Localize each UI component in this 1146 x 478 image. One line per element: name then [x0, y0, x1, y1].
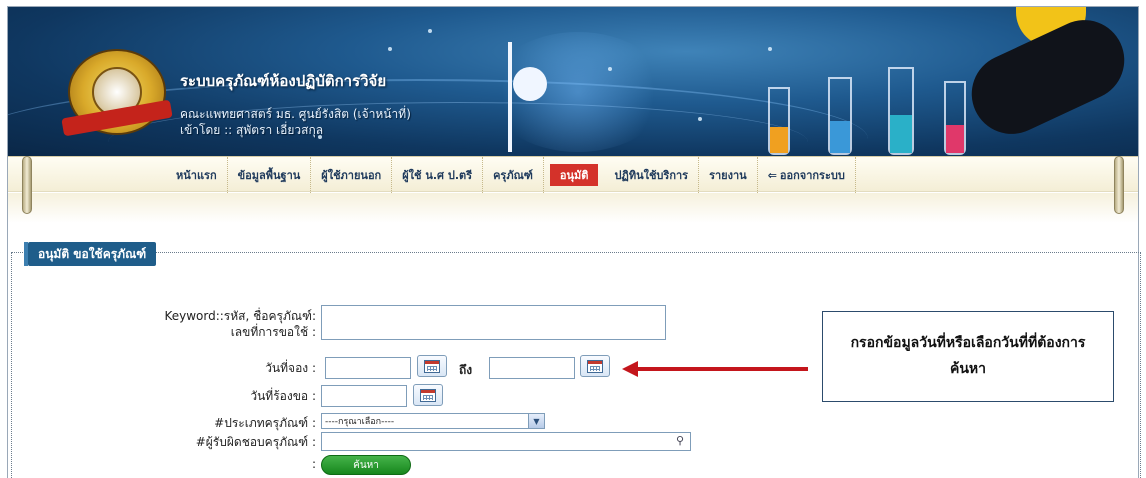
responsible-input[interactable]: ⚲ [321, 432, 691, 451]
calendar-icon [587, 359, 603, 373]
category-label: #ประเภทครุภัณฑ์ : [214, 416, 316, 430]
test-tube-icon [888, 67, 914, 155]
request-date-input[interactable] [321, 385, 407, 407]
search-button[interactable]: ค้นหา [321, 455, 411, 475]
booking-date-label: วันที่จอง : [265, 361, 316, 375]
scroll-decoration-right [1114, 156, 1124, 214]
booking-from-input[interactable] [325, 357, 411, 379]
nav-equipment[interactable]: ครุภัณฑ์ [483, 157, 544, 193]
nav-service-calendar[interactable]: ปฏิทินใช้บริการ [604, 157, 700, 193]
request-no-label: เลขที่การขอใช้ : [230, 325, 316, 339]
date-hint-callout: กรอกข้อมูลวันที่หรือเลือกวันที่ที่ต้องกา… [822, 311, 1114, 402]
section-title: อนุมัติ ขอใช้ครุภัณฑ์ [23, 242, 157, 266]
banner-sparkle [428, 29, 432, 33]
nav-home[interactable]: หน้าแรก [166, 157, 228, 193]
category-selected-value: ----กรุณาเลือก---- [325, 417, 395, 427]
system-title: ระบบครุภัณฑ์ห้องปฏิบัติการวิจัย [180, 72, 387, 90]
logout-arrow-icon: ⇐ [767, 168, 777, 182]
nav-external-users[interactable]: ผู้ใช้ภายนอก [311, 157, 393, 193]
main-nav: หน้าแรก ข้อมูลพื้นฐาน ผู้ใช้ภายนอก ผู้ใช… [166, 157, 856, 193]
request-date-label: วันที่ร้องขอ : [250, 389, 316, 403]
booking-to-input[interactable] [489, 357, 575, 379]
nav-logout[interactable]: ⇐ ออกจากระบบ [758, 157, 856, 193]
main-navbar: หน้าแรก ข้อมูลพื้นฐาน ผู้ใช้ภายนอก ผู้ใช… [8, 156, 1138, 193]
category-select[interactable]: ----กรุณาเลือก---- ▼ [321, 413, 545, 429]
scroll-decoration-left [22, 156, 32, 214]
booking-to-calendar-button[interactable] [580, 355, 610, 377]
university-logo [61, 49, 173, 137]
nav-report[interactable]: รายงาน [699, 157, 758, 193]
banner-figure-icon [513, 67, 547, 101]
hint-arrow-icon [622, 361, 638, 377]
banner-sparkle [388, 47, 392, 51]
nav-logout-label: ออกจากระบบ [779, 169, 845, 182]
test-tube-icon [944, 81, 966, 155]
banner-sparkle [698, 117, 702, 121]
chevron-down-icon: ▼ [528, 414, 544, 428]
search-icon[interactable]: ⚲ [676, 434, 684, 447]
request-date-calendar-button[interactable] [413, 384, 443, 406]
submit-colon: : [311, 457, 316, 471]
hint-arrow-shaft [636, 367, 808, 371]
navbar-shadow [8, 193, 1138, 223]
booking-from-calendar-button[interactable] [417, 355, 447, 377]
nav-undergrad-users[interactable]: ผู้ใช้ น.ศ ป.ตรี [392, 157, 484, 193]
banner-sparkle [768, 47, 772, 51]
keyword-input[interactable] [321, 305, 666, 340]
logged-in-user: เข้าโดย :: สุพัตรา เอี่ยวสกุล [180, 123, 324, 137]
banner-sparkle [608, 67, 612, 71]
nav-master-data[interactable]: ข้อมูลพื้นฐาน [228, 157, 312, 193]
header-banner: ระบบครุภัณฑ์ห้องปฏิบัติการวิจัย คณะแพทยศ… [8, 7, 1138, 156]
to-label: ถึง [459, 363, 473, 377]
calendar-icon [424, 359, 440, 373]
nav-approve[interactable]: อนุมัติ [549, 164, 599, 186]
banner-figure-pole [508, 42, 512, 152]
calendar-icon [420, 388, 436, 402]
test-tube-icon [828, 77, 852, 155]
test-tube-icon [768, 87, 790, 155]
responsible-label: #ผู้รับผิดชอบครุภัณฑ์ : [195, 435, 316, 449]
